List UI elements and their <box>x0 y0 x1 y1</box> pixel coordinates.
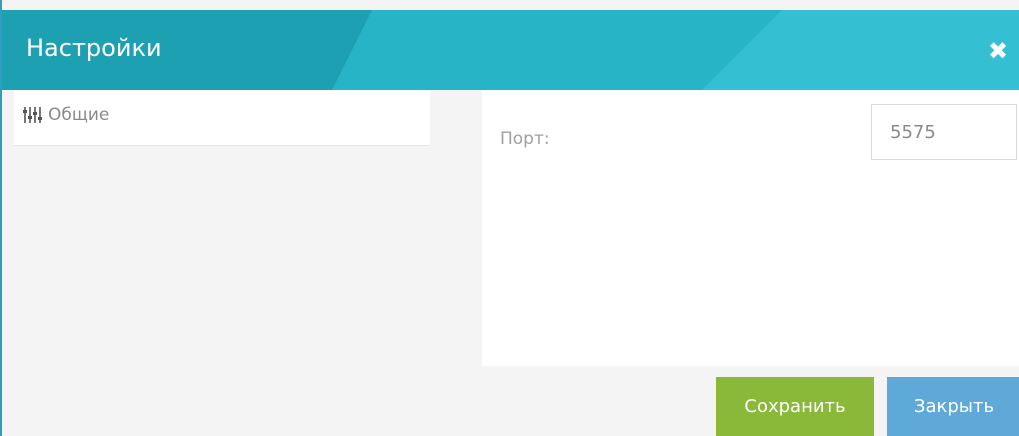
settings-dialog: Настройки ✖ Общие Порт: 5575 Сохранить З… <box>0 0 1019 436</box>
close-icon[interactable]: ✖ <box>983 36 1013 66</box>
sliders-icon <box>22 106 42 124</box>
save-button[interactable]: Сохранить <box>716 377 874 436</box>
dialog-footer: Сохранить Закрыть <box>482 366 1019 436</box>
dialog-titlebar: Настройки ✖ <box>2 10 1019 90</box>
port-input[interactable] <box>871 104 1017 160</box>
port-label: Порт: <box>500 129 550 149</box>
sidebar-item-general[interactable]: Общие <box>14 90 430 146</box>
close-button[interactable]: Закрыть <box>887 377 1019 436</box>
dialog-title: Настройки <box>26 34 162 62</box>
sidebar: Общие <box>2 90 482 436</box>
settings-content: Порт: <box>482 90 1019 366</box>
sidebar-item-label: Общие <box>48 105 110 125</box>
